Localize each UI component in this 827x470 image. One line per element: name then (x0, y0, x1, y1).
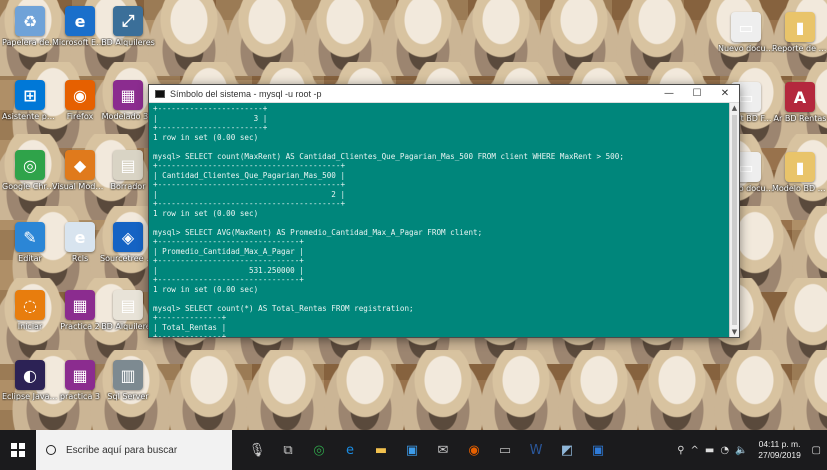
taskbar: Escribe aquí para buscar 🎙 ⧉ ◎ e ▬ ▣ ✉ ◉ ▭ W ◩ ▣ ⚲ … (0, 430, 827, 470)
dropbox-icon: ◈ (113, 222, 143, 252)
blender-icon: ◌ (15, 290, 45, 320)
clock-time: 04:11 p. m. (758, 439, 801, 449)
cortana-icon (46, 445, 56, 455)
taskbar-search-box[interactable]: Escribe aquí para buscar (36, 430, 232, 470)
desktop-shortcut-label: Editar (18, 254, 42, 263)
desktop-shortcut[interactable]: ▥ Sql Server (100, 360, 156, 401)
office-icon: ◆ (65, 150, 95, 180)
scroll-up-icon[interactable]: ▲ (730, 103, 739, 113)
windows-logo-icon (11, 443, 25, 457)
media-icon[interactable]: ▣ (585, 435, 611, 465)
winrar-icon: ▦ (113, 80, 143, 110)
shortcut-icon: ⤢ (113, 6, 143, 36)
system-tray: ⚲ ^ ▬ ◔ 🔈 04:11 p. m. 27/09/2019 ▢ (677, 430, 821, 470)
file-icon: e (65, 222, 95, 252)
wallpaper-pug-tile (790, 350, 827, 430)
winrar-icon-3: ▦ (65, 360, 95, 390)
winrar-icon-2: ▦ (65, 290, 95, 320)
desktop-shortcut-label: Papelera de reciclaje (2, 38, 58, 47)
desktop-shortcut-label: Google Chrome (2, 182, 58, 191)
network-icon[interactable]: ◔ (720, 445, 729, 456)
file-explorer-icon[interactable]: ▬ (368, 435, 394, 465)
microphone-icon[interactable]: 🎙 (244, 435, 270, 465)
wallpaper-pug-tile (556, 350, 642, 430)
tray-chevron-icon[interactable]: ^ (691, 445, 699, 456)
terminal-icon[interactable]: ▭ (492, 435, 518, 465)
clock[interactable]: 04:11 p. m. 27/09/2019 (754, 439, 806, 461)
desktop-shortcut[interactable]: ⤢ BD Alquileres (100, 6, 156, 47)
chrome-icon[interactable]: ◎ (306, 435, 332, 465)
battery-icon[interactable]: ▬ (705, 445, 714, 456)
wallpaper-pug-tile (478, 350, 564, 430)
desktop-shortcut[interactable]: ✎ Editar (2, 222, 58, 263)
window-title: Símbolo del sistema - mysql -u root -p (170, 88, 322, 99)
window-titlebar[interactable]: Símbolo del sistema - mysql -u root -p —… (149, 85, 739, 103)
desktop-shortcut[interactable]: ♻ Papelera de reciclaje (2, 6, 58, 47)
edge-icon: e (65, 6, 95, 36)
desktop-shortcut-label: Iniciar (17, 322, 43, 331)
windows-update-icon: ⊞ (15, 80, 45, 110)
firefox-icon: ◉ (65, 80, 95, 110)
task-view-icon[interactable]: ⧉ (275, 435, 301, 465)
close-button[interactable]: ✕ (711, 85, 739, 103)
people-icon[interactable]: ⚲ (677, 445, 684, 456)
desktop-shortcut-label: BD Alquileres (101, 38, 155, 47)
clock-date: 27/09/2019 (758, 450, 801, 460)
folder-icon-2: ▮ (785, 152, 815, 182)
new-document-icon: ▭ (731, 12, 761, 42)
desktop-shortcut[interactable]: ▭ Nuevo documento (718, 12, 774, 53)
firefox-icon[interactable]: ◉ (461, 435, 487, 465)
store-icon[interactable]: ▣ (399, 435, 425, 465)
console-scrollbar[interactable]: ▲ ▼ (729, 103, 739, 337)
word-icon[interactable]: W (523, 435, 549, 465)
desktop-shortcut-label: Modelo BD E-R (772, 184, 827, 193)
desktop-shortcut-label: Eclipse Java 2019-06 (2, 392, 58, 401)
desktop-shortcut[interactable]: ◐ Eclipse Java 2019-06 (2, 360, 58, 401)
desktop-shortcut[interactable]: ◌ Iniciar (2, 290, 58, 331)
editor-icon: ✎ (15, 222, 45, 252)
volume-icon[interactable]: 🔈 (735, 445, 747, 456)
chrome-icon: ◎ (15, 150, 45, 180)
database-icon: ▥ (113, 360, 143, 390)
command-prompt-icon (155, 89, 165, 98)
desktop-shortcut[interactable]: ▮ Reporte de Ar... (772, 12, 827, 53)
desktop-shortcut-label: Reporte de Ar... (772, 44, 827, 53)
notifications-icon[interactable]: ▢ (812, 445, 821, 456)
wallpaper-pug-tile (322, 350, 408, 430)
folder-icon: ▮ (785, 12, 815, 42)
eclipse-icon: ◐ (15, 360, 45, 390)
search-placeholder: Escribe aquí para buscar (66, 444, 178, 456)
wallpaper-pug-tile (166, 350, 252, 430)
edge-icon[interactable]: e (337, 435, 363, 465)
desktop-shortcut[interactable]: ▮ Modelo BD E-R (772, 152, 827, 193)
desktop-shortcut-label: Nuevo documento (718, 44, 774, 53)
paint-icon[interactable]: ◩ (554, 435, 580, 465)
recycle-bin-icon: ♻ (15, 6, 45, 36)
scrollbar-thumb[interactable] (732, 115, 737, 325)
maximize-button[interactable]: ☐ (683, 85, 711, 103)
wallpaper-pug-tile (400, 350, 486, 430)
pinned-apps: 🎙 ⧉ ◎ e ▬ ▣ ✉ ◉ ▭ W ◩ ▣ (244, 435, 611, 465)
wallpaper-pug-tile (712, 350, 798, 430)
access-icon: A (785, 82, 815, 112)
desktop-shortcut-label: Asistente para actualización (2, 112, 58, 121)
desktop-shortcut-label: Ar BD Rentas (773, 114, 827, 123)
minimize-button[interactable]: — (655, 85, 683, 103)
command-prompt-window[interactable]: Símbolo del sistema - mysql -u root -p —… (148, 84, 740, 338)
wallpaper-pug-tile (634, 350, 720, 430)
wallpaper-pug-tile (244, 350, 330, 430)
document-icon: ▤ (113, 150, 143, 180)
start-button[interactable] (0, 430, 36, 470)
desktop-shortcut[interactable]: ◎ Google Chrome (2, 150, 58, 191)
desktop-shortcut-label: Sql Server (107, 392, 149, 401)
mail-icon[interactable]: ✉ (430, 435, 456, 465)
desktop-shortcut[interactable]: ⊞ Asistente para actualización (2, 80, 58, 121)
desktop-shortcut[interactable]: A Ar BD Rentas (772, 82, 827, 123)
pdf-document-icon: ▤ (113, 290, 143, 320)
console-output[interactable]: +-----------------------+ | 3 | +-------… (149, 103, 729, 337)
scroll-down-icon[interactable]: ▼ (730, 327, 739, 337)
